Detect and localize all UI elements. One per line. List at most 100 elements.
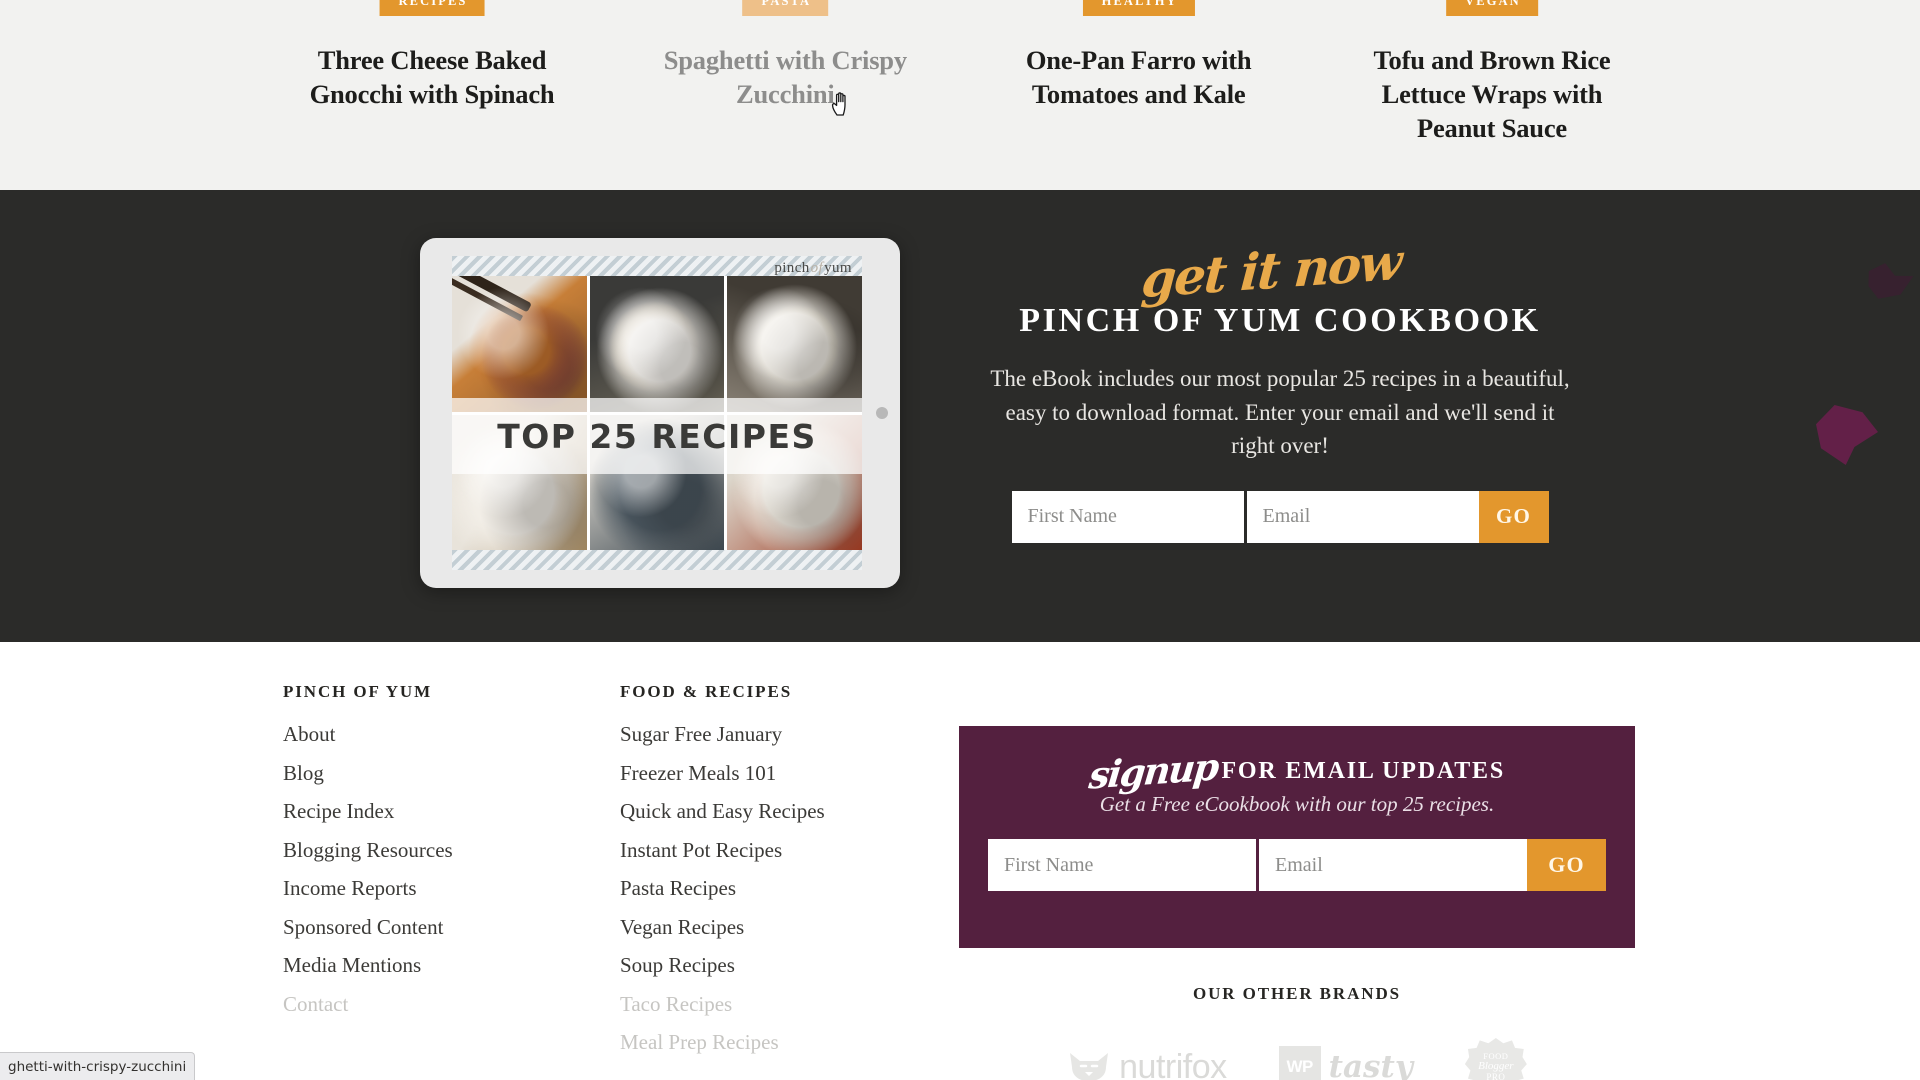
featured-recipes-row: RECIPES Three Cheese Baked Gnocchi with …	[282, 0, 1642, 190]
recipe-title[interactable]: Three Cheese Baked Gnocchi with Spinach	[282, 44, 582, 112]
list-item: Pasta Recipes	[620, 876, 825, 901]
footer-link-media-mentions[interactable]: Media Mentions	[283, 953, 421, 977]
footer-link-sponsored-content[interactable]: Sponsored Content	[283, 915, 443, 939]
category-badge[interactable]: HEALTHY	[1082, 0, 1195, 16]
brand-label-tasty: tasty	[1328, 1049, 1413, 1080]
category-badge[interactable]: RECIPES	[379, 0, 485, 16]
food-blogger-pro-badge-icon: FOOD Blogger PRO	[1464, 1038, 1527, 1080]
recipe-card[interactable]: HEALTHY One-Pan Farro with Tomatoes and …	[989, 0, 1289, 190]
list-item: Blog	[283, 761, 453, 786]
status-bar-url: ghetti-with-crispy-zucchini	[8, 1058, 187, 1075]
pinch-of-yum-logo: pinchofyum	[774, 260, 852, 277]
footer-link-blogging-resources[interactable]: Blogging Resources	[283, 838, 453, 862]
hatch-pattern-bottom	[452, 550, 862, 570]
footer-column-heading: FOOD & RECIPES	[620, 682, 793, 701]
brand-logo-food-blogger-pro[interactable]: FOOD Blogger PRO	[1464, 1038, 1527, 1080]
list-item: Quick and Easy Recipes	[620, 799, 825, 824]
footer-link-instant-pot-recipes[interactable]: Instant Pot Recipes	[620, 838, 782, 862]
footer-link-vegan-recipes[interactable]: Vegan Recipes	[620, 915, 744, 939]
list-item: Blogging Resources	[283, 838, 453, 863]
list-item: Sponsored Content	[283, 915, 453, 940]
list-item: Income Reports	[283, 876, 453, 901]
recipe-title[interactable]: One-Pan Farro with Tomatoes and Kale	[989, 44, 1289, 112]
cookbook-signup-form: GO	[960, 490, 1600, 543]
ebook-cover-title: TOP 25 RECIPES	[497, 416, 817, 456]
brand-logo-nutrifox[interactable]: nutrifox	[1067, 1048, 1227, 1080]
signup-subtitle: Get a Free eCookbook with our top 25 rec…	[1099, 792, 1495, 816]
list-item: Freezer Meals 101	[620, 761, 825, 786]
footer-link-income-reports[interactable]: Income Reports	[283, 876, 417, 900]
list-item: Meal Prep Recipes	[620, 1030, 825, 1055]
list-item: Contact	[283, 992, 453, 1017]
category-badge[interactable]: VEGAN	[1446, 0, 1538, 16]
recipe-title[interactable]: Tofu and Brown Rice Lettuce Wraps with P…	[1342, 44, 1642, 146]
footer-submit-button[interactable]: GO	[1527, 839, 1606, 891]
footer-column-food-and-recipes: FOOD & RECIPES Sugar Free January Freeze…	[620, 682, 825, 1069]
footer-column-pinch-of-yum: PINCH OF YUM About Blog Recipe Index Blo…	[283, 682, 453, 1030]
browser-status-bar: ghetti-with-crispy-zucchini	[0, 1052, 196, 1080]
footer-link-blog[interactable]: Blog	[283, 761, 324, 785]
food-photo	[452, 276, 587, 412]
email-signup-box: signup FOR EMAIL UPDATES Get a Free eCoo…	[959, 726, 1635, 948]
recipe-card[interactable]: PASTA Spaghetti with Crispy Zucchini	[635, 0, 935, 190]
footer-link-about[interactable]: About	[283, 722, 336, 746]
other-brands-logo-row: nutrifox WP tasty FOOD Blogger PRO	[959, 1038, 1635, 1080]
list-item: Vegan Recipes	[620, 915, 825, 940]
footer-first-name-input[interactable]	[988, 839, 1256, 891]
recipe-card[interactable]: VEGAN Tofu and Brown Rice Lettuce Wraps …	[1342, 0, 1642, 190]
wp-mark-icon: WP	[1278, 1046, 1321, 1080]
footer-link-recipe-index[interactable]: Recipe Index	[283, 799, 394, 823]
other-brands-section: OUR OTHER BRANDS nutrifox WP tasty FOOD …	[959, 984, 1635, 1080]
list-item: About	[283, 722, 453, 747]
list-item: Soup Recipes	[620, 953, 825, 978]
footer-link-pasta-recipes[interactable]: Pasta Recipes	[620, 876, 736, 900]
footer-link-freezer-meals-101[interactable]: Freezer Meals 101	[620, 761, 776, 785]
footer-link-meal-prep-recipes[interactable]: Meal Prep Recipes	[620, 1030, 779, 1054]
footer-link-list: Sugar Free January Freezer Meals 101 Qui…	[620, 722, 825, 1055]
featured-recipes-strip: RECIPES Three Cheese Baked Gnocchi with …	[0, 0, 1920, 190]
tablet-mockup: TOP 25 RECIPES pinchofyum	[420, 238, 900, 588]
category-badge[interactable]: PASTA	[742, 0, 829, 16]
badge-line-3: PRO	[1486, 1071, 1506, 1080]
list-item: Taco Recipes	[620, 992, 825, 1017]
footer-link-list: About Blog Recipe Index Blogging Resourc…	[283, 722, 453, 1017]
tablet-screen: TOP 25 RECIPES pinchofyum	[452, 256, 862, 570]
list-item: Sugar Free January	[620, 722, 825, 747]
footer-link-sugar-free-january[interactable]: Sugar Free January	[620, 722, 782, 746]
footer-email-input[interactable]	[1259, 839, 1527, 891]
footer-link-soup-recipes[interactable]: Soup Recipes	[620, 953, 735, 977]
footer-signup-form: GO	[959, 839, 1635, 891]
logo-word-of: of	[810, 260, 824, 276]
logo-word-yum: yum	[824, 260, 852, 276]
other-brands-heading: OUR OTHER BRANDS	[1193, 984, 1401, 1003]
badge-line-2: Blogger	[1478, 1059, 1514, 1072]
cookbook-promo-section: TOP 25 RECIPES pinchofyum get it now PIN…	[0, 190, 1920, 642]
logo-word-pinch: pinch	[774, 260, 810, 276]
cookbook-email-input[interactable]	[1246, 490, 1479, 543]
signup-script-label: signup	[1086, 744, 1220, 798]
footer-link-taco-recipes[interactable]: Taco Recipes	[620, 992, 732, 1016]
ebook-cover-title-band: TOP 25 RECIPES	[452, 398, 862, 474]
footer-column-heading: PINCH OF YUM	[283, 682, 433, 701]
site-footer: PINCH OF YUM About Blog Recipe Index Blo…	[0, 642, 1920, 1080]
decorative-shape-icon	[1816, 405, 1878, 465]
fox-icon	[1070, 1053, 1109, 1080]
recipe-title[interactable]: Spaghetti with Crispy Zucchini	[635, 44, 935, 112]
food-photo	[727, 276, 862, 412]
brand-label-nutrifox: nutrifox	[1119, 1047, 1227, 1080]
footer-link-contact[interactable]: Contact	[283, 992, 348, 1016]
cookbook-copy-column: get it now PINCH OF YUM COOKBOOK The eBo…	[960, 232, 1600, 543]
footer-link-quick-and-easy-recipes[interactable]: Quick and Easy Recipes	[620, 799, 825, 823]
cookbook-submit-button[interactable]: GO	[1478, 490, 1549, 543]
signup-headline-text: FOR EMAIL UPDATES	[1221, 758, 1505, 784]
list-item: Media Mentions	[283, 953, 453, 978]
brand-logo-wp-tasty[interactable]: WP tasty	[1278, 1046, 1413, 1080]
list-item: Instant Pot Recipes	[620, 838, 825, 863]
cookbook-first-name-input[interactable]	[1011, 490, 1244, 543]
food-photo	[589, 276, 725, 412]
tablet-home-button-icon	[876, 407, 888, 419]
signup-headline: signup FOR EMAIL UPDATES	[959, 744, 1635, 797]
cookbook-description: The eBook includes our most popular 25 r…	[990, 366, 1570, 459]
recipe-card[interactable]: RECIPES Three Cheese Baked Gnocchi with …	[282, 0, 582, 190]
list-item: Recipe Index	[283, 799, 453, 824]
